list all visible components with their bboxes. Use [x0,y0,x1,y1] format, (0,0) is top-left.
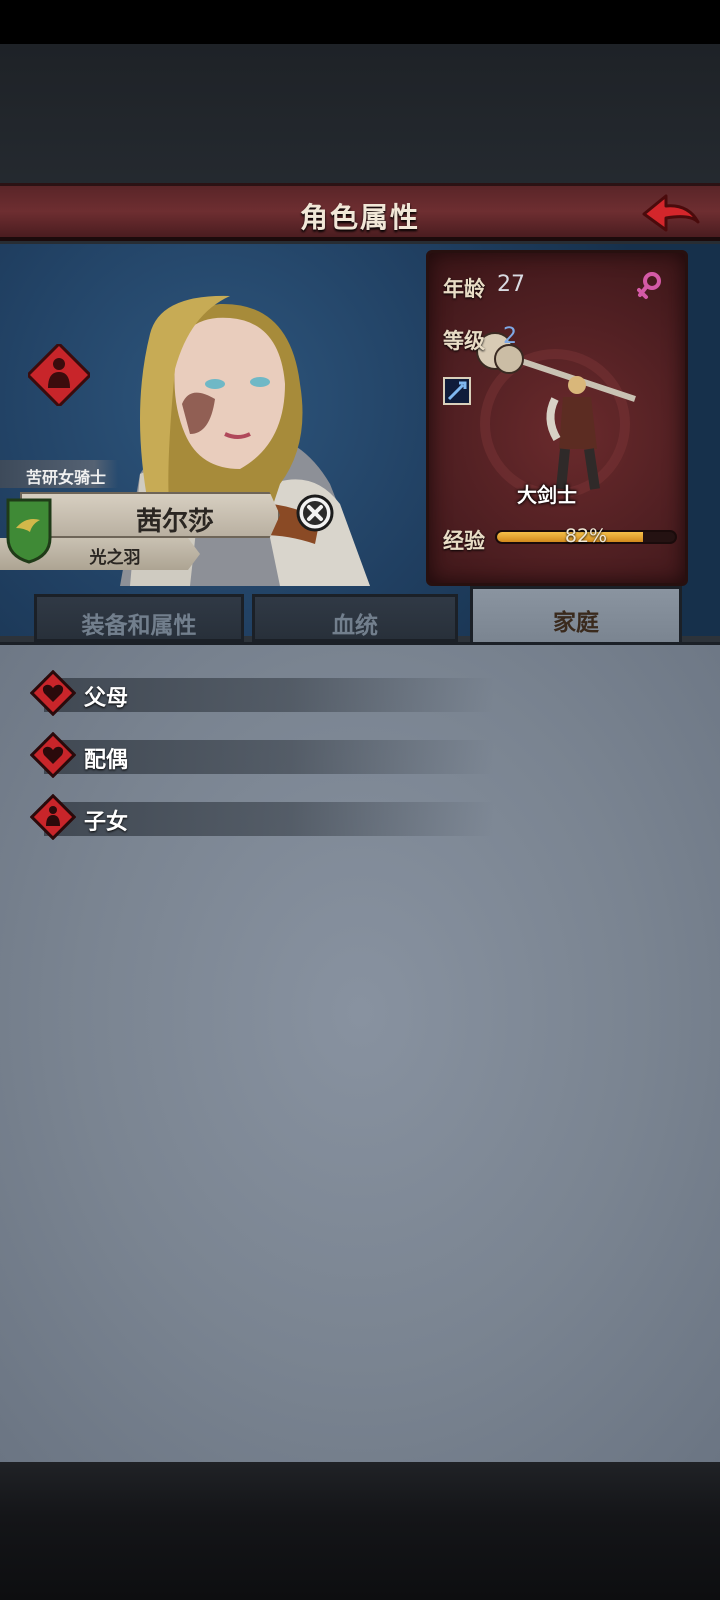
age-label: 年龄 [443,277,485,301]
heart-icon [30,732,76,778]
family-row-children[interactable]: 子女 [30,794,494,840]
character-epithet: 苦研女骑士 [0,460,118,488]
title-bar: 角色属性 [0,183,720,241]
back-button[interactable] [640,192,702,236]
close-button[interactable] [296,494,334,532]
spouse-label: 配偶 [84,748,129,773]
parents-label: 父母 [84,686,129,711]
level-value: 2 [503,324,517,349]
exp-label: 经验 [443,529,485,553]
tab-equipment-attributes[interactable]: 装备和属性 [34,594,244,642]
bird-crest-icon [6,498,52,564]
navigation-bar-area [0,1462,720,1600]
tab-bloodline[interactable]: 血统 [252,594,458,642]
level-label: 等级 [443,329,485,353]
child-icon [30,794,76,840]
status-bar-area [0,0,720,44]
back-arrow-icon [642,194,700,232]
class-name: 大剑士 [517,483,577,507]
children-label: 子女 [84,810,129,835]
family-row-parents[interactable]: 父母 [30,670,494,716]
character-sprite [476,332,636,499]
character-subtitle: 光之羽 [89,548,141,568]
page-title: 角色属性 [299,201,420,234]
age-value: 27 [497,272,525,297]
stats-panel: 年龄 27 等级 2 大剑士 经验 82% [426,250,688,586]
character-name: 茜尔莎 [135,507,214,537]
heart-icon [30,670,76,716]
role-figure-icon[interactable] [25,341,93,409]
female-icon [637,272,661,299]
exp-percent-text: 82% [564,525,608,547]
family-row-spouse[interactable]: 配偶 [30,732,494,778]
tab-bar: 装备和属性 血统 家庭 [26,586,692,644]
tab-family[interactable]: 家庭 [470,586,682,644]
close-icon [296,494,334,532]
sword-icon[interactable] [443,377,471,405]
character-name-plate: 茜尔莎 [20,492,280,538]
